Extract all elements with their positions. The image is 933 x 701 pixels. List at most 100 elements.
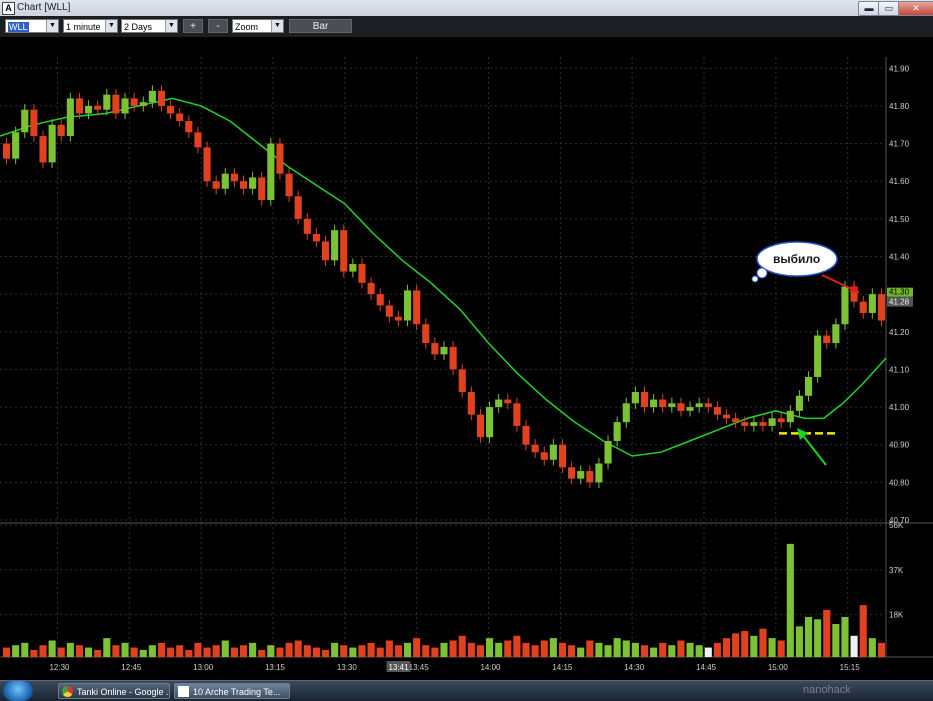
volume-bar bbox=[413, 638, 421, 657]
volume-bar bbox=[203, 647, 211, 657]
candle-body bbox=[422, 324, 430, 344]
volume-bar bbox=[321, 649, 330, 657]
candle-body bbox=[732, 418, 740, 423]
candle-body bbox=[157, 90, 166, 106]
candle-body bbox=[48, 124, 56, 163]
volume-bar bbox=[367, 642, 375, 657]
minimize-button[interactable]: ▬ bbox=[858, 1, 880, 16]
taskbar-item-browser[interactable]: Tanki Online - Google ... bbox=[58, 683, 170, 699]
volume-bar bbox=[668, 645, 676, 657]
zoom-mode-dropdown[interactable]: Zoom ▼ bbox=[232, 19, 284, 33]
start-button[interactable] bbox=[3, 681, 33, 701]
candle-body bbox=[823, 335, 831, 344]
maximize-button[interactable]: ▭ bbox=[878, 1, 900, 16]
candle-body bbox=[604, 440, 612, 464]
price-tick-label: 41.90 bbox=[889, 64, 910, 73]
cursor-time-label: 13:41 bbox=[389, 663, 410, 672]
time-tick-label: 13:15 bbox=[265, 663, 286, 672]
chevron-down-icon[interactable]: ▼ bbox=[271, 20, 283, 32]
candle-body bbox=[130, 98, 138, 106]
chart-area[interactable]: 41.90 41.80 41.70 41.60 41.50 41.40 41.30 41.20… bbox=[0, 37, 933, 680]
volume-bar bbox=[704, 647, 712, 657]
zoom-in-button[interactable]: + bbox=[183, 19, 203, 33]
interval-dropdown[interactable]: 1 minute ▼ bbox=[63, 19, 118, 33]
volume-bar bbox=[48, 640, 56, 657]
price-volume-chart[interactable]: 41.90 41.80 41.70 41.60 41.50 41.40 41.30 41.20… bbox=[0, 37, 933, 680]
volume-bar bbox=[841, 616, 849, 657]
candle-body bbox=[276, 143, 284, 174]
candle-body bbox=[285, 173, 293, 197]
candle-body bbox=[531, 444, 539, 453]
volume-bar bbox=[212, 645, 220, 657]
candle-body bbox=[659, 399, 667, 408]
price-tick-label: 41.70 bbox=[889, 140, 910, 149]
chevron-down-icon[interactable]: ▼ bbox=[46, 20, 58, 32]
volume-bar bbox=[659, 642, 667, 657]
candle-body bbox=[595, 463, 603, 483]
volume-bar bbox=[148, 645, 156, 657]
volume-bar bbox=[449, 640, 457, 657]
candle-body bbox=[458, 369, 466, 393]
volume-bar bbox=[476, 645, 485, 657]
price-tick-label: 40.80 bbox=[889, 478, 910, 487]
range-dropdown[interactable]: 2 Days ▼ bbox=[121, 19, 178, 33]
candle-body bbox=[877, 294, 885, 321]
volume-bar bbox=[640, 645, 649, 657]
volume-bar bbox=[768, 638, 776, 657]
candle-body bbox=[139, 102, 147, 106]
volume-bar bbox=[312, 647, 320, 657]
chevron-down-icon[interactable]: ▼ bbox=[165, 20, 177, 32]
candle-body bbox=[832, 324, 840, 344]
volume-bar bbox=[777, 640, 785, 657]
volume-bar bbox=[376, 647, 384, 657]
price-tick-label: 41.60 bbox=[889, 177, 910, 186]
chart-type-button[interactable]: Bar bbox=[289, 19, 352, 33]
candle-body bbox=[294, 196, 302, 219]
taskbar-item-arche[interactable]: 10 Arche Trading Te... bbox=[174, 683, 290, 699]
time-tick-label: 15:15 bbox=[840, 663, 861, 672]
volume-bar bbox=[568, 645, 576, 657]
volume-bar bbox=[394, 645, 402, 657]
candle-body bbox=[640, 392, 649, 408]
time-tick-label: 13:30 bbox=[337, 663, 358, 672]
candle-body bbox=[686, 407, 694, 411]
volume-bar bbox=[440, 642, 448, 657]
volume-bar bbox=[850, 635, 858, 657]
candle-body bbox=[75, 98, 84, 114]
symbol-dropdown[interactable]: WLL ▼ bbox=[5, 19, 59, 33]
candle-body bbox=[558, 444, 567, 468]
zoom-mode-value: Zoom bbox=[235, 22, 259, 32]
candle-body bbox=[185, 120, 193, 133]
volume-bar bbox=[112, 645, 120, 657]
volume-bar bbox=[595, 642, 603, 657]
window-title: Chart [WLL] bbox=[17, 2, 71, 13]
candle-body bbox=[349, 264, 357, 272]
volume-bar bbox=[504, 640, 512, 657]
candle-body bbox=[403, 290, 412, 321]
callout-bubble-dot bbox=[751, 275, 759, 283]
price-tick-label: 41.40 bbox=[889, 253, 910, 262]
symbol-value: WLL bbox=[8, 22, 29, 32]
candle-body bbox=[750, 422, 758, 426]
candle-body bbox=[540, 452, 548, 460]
candle-body bbox=[221, 173, 229, 189]
chart-toolbar: WLL ▼ 1 minute ▼ 2 Days ▼ + - Zoom ▼ Bar bbox=[0, 16, 933, 38]
close-button[interactable]: ✕ bbox=[898, 1, 933, 16]
zoom-out-button[interactable]: - bbox=[208, 19, 228, 33]
candle-body bbox=[12, 132, 20, 159]
candle-body bbox=[868, 294, 876, 313]
chevron-down-icon[interactable]: ▼ bbox=[105, 20, 117, 32]
volume-bar bbox=[458, 635, 466, 657]
candle-body bbox=[768, 418, 776, 426]
candle-body bbox=[467, 392, 475, 415]
candle-body bbox=[121, 98, 129, 114]
candle-body bbox=[704, 403, 712, 408]
candle-body bbox=[695, 403, 703, 408]
candle-body bbox=[112, 94, 120, 114]
candle-body bbox=[777, 418, 785, 423]
candle-body bbox=[841, 286, 849, 325]
volume-bar bbox=[258, 649, 266, 657]
windows-taskbar: Tanki Online - Google ... 10 Arche Tradi… bbox=[0, 680, 933, 701]
candle-body bbox=[331, 230, 339, 261]
volume-bar bbox=[340, 645, 348, 657]
